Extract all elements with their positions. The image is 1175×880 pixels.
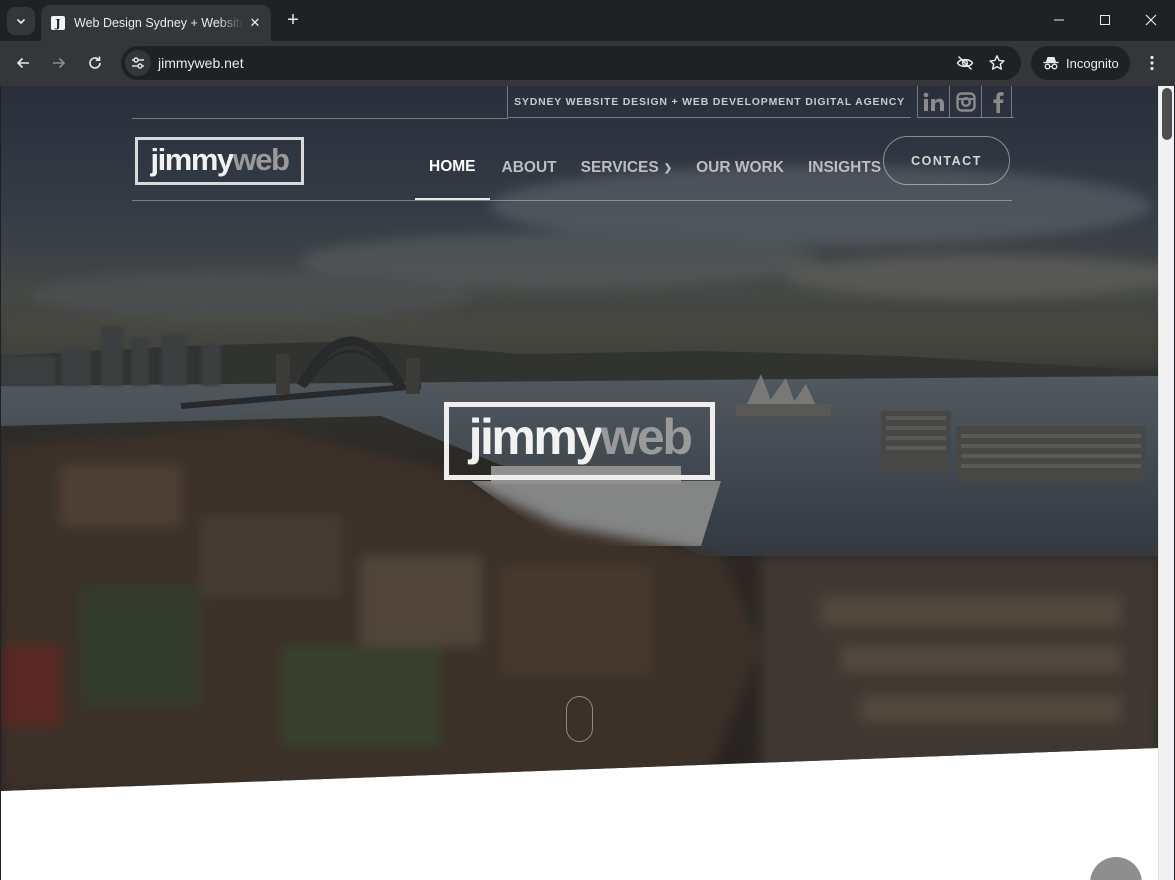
social-divider [1011,86,1012,118]
page-viewport: SYDNEY WEBSITE DESIGN + WEB DEVELOPMENT … [1,86,1158,880]
browser-menu-button[interactable] [1140,49,1164,77]
browser-titlebar: J Web Design Sydney + Website Design ✕ + [0,0,1175,41]
maximize-icon [1100,15,1110,25]
tune-icon [132,57,144,69]
site-favicon-icon: J [51,16,65,30]
close-window-button[interactable] [1128,0,1174,40]
contact-button[interactable]: CONTACT [883,136,1010,185]
instagram-icon [956,91,976,112]
header-logo[interactable]: jimmyweb [135,137,304,185]
arrow-right-icon [53,57,66,69]
arrow-left-icon [16,57,29,69]
reload-icon [89,56,101,69]
back-button[interactable] [9,49,37,77]
hero-logo-wordmark: jimmyweb [468,409,693,465]
new-tab-button[interactable]: + [281,9,305,33]
page-scrollbar[interactable] [1158,86,1174,880]
nav-about[interactable]: ABOUT [490,136,569,200]
linkedin-icon [923,92,944,111]
close-icon [1145,14,1157,26]
header-bottom-rule [132,200,1012,201]
chevron-down-icon [16,18,26,25]
minimize-icon [1054,19,1064,21]
facebook-link[interactable] [981,86,1014,118]
tracking-protection-button[interactable] [955,53,975,73]
scroll-down-indicator[interactable] [566,696,593,742]
logo-wordmark: jimmyweb [150,141,290,177]
star-icon [989,55,1005,70]
floating-action-button[interactable] [1090,857,1142,880]
url-text[interactable]: jimmyweb.net [158,55,244,71]
nav-home[interactable]: HOME [415,136,490,200]
more-vertical-icon [1150,55,1154,71]
site-info-button[interactable] [125,50,151,76]
hero-logo: jimmyweb [444,402,715,480]
scrollbar-thumb[interactable] [1162,88,1172,140]
maximize-button[interactable] [1082,0,1128,40]
forward-button[interactable] [45,49,73,77]
site-tagline: SYDNEY WEBSITE DESIGN + WEB DEVELOPMENT … [514,95,905,108]
chevron-down-icon: ❯ [663,162,673,174]
nav-services[interactable]: SERVICES ❯ [569,136,685,200]
minimize-button[interactable] [1036,0,1082,40]
tab-search-button[interactable] [7,7,35,35]
eye-off-icon [956,56,974,70]
tab-close-icon[interactable]: ✕ [247,15,263,31]
nav-insights[interactable]: INSIGHTS [796,136,893,200]
incognito-profile-button[interactable]: Incognito [1031,46,1130,80]
browser-toolbar: jimmyweb.net Incognito [0,41,1175,86]
header-top-rule [132,118,508,119]
linkedin-link[interactable] [917,86,950,118]
tab-title: Web Design Sydney + Website Design [74,16,243,30]
incognito-icon [1043,57,1059,70]
hero-section: SYDNEY WEBSITE DESIGN + WEB DEVELOPMENT … [1,86,1158,791]
facebook-icon [993,91,1004,113]
nav-services-label: SERVICES [580,159,659,176]
nav-our-work[interactable]: OUR WORK [684,136,796,200]
browser-tab[interactable]: J Web Design Sydney + Website Design ✕ [41,5,271,41]
instagram-link[interactable] [949,86,982,118]
tagline-box: SYDNEY WEBSITE DESIGN + WEB DEVELOPMENT … [507,86,911,118]
address-bar[interactable]: jimmyweb.net [121,46,1021,80]
incognito-label: Incognito [1066,55,1119,71]
reload-button[interactable] [81,49,109,77]
main-nav: HOME ABOUT SERVICES ❯ OUR WORK INSIGHTS [415,136,893,200]
bookmark-button[interactable] [987,53,1007,73]
